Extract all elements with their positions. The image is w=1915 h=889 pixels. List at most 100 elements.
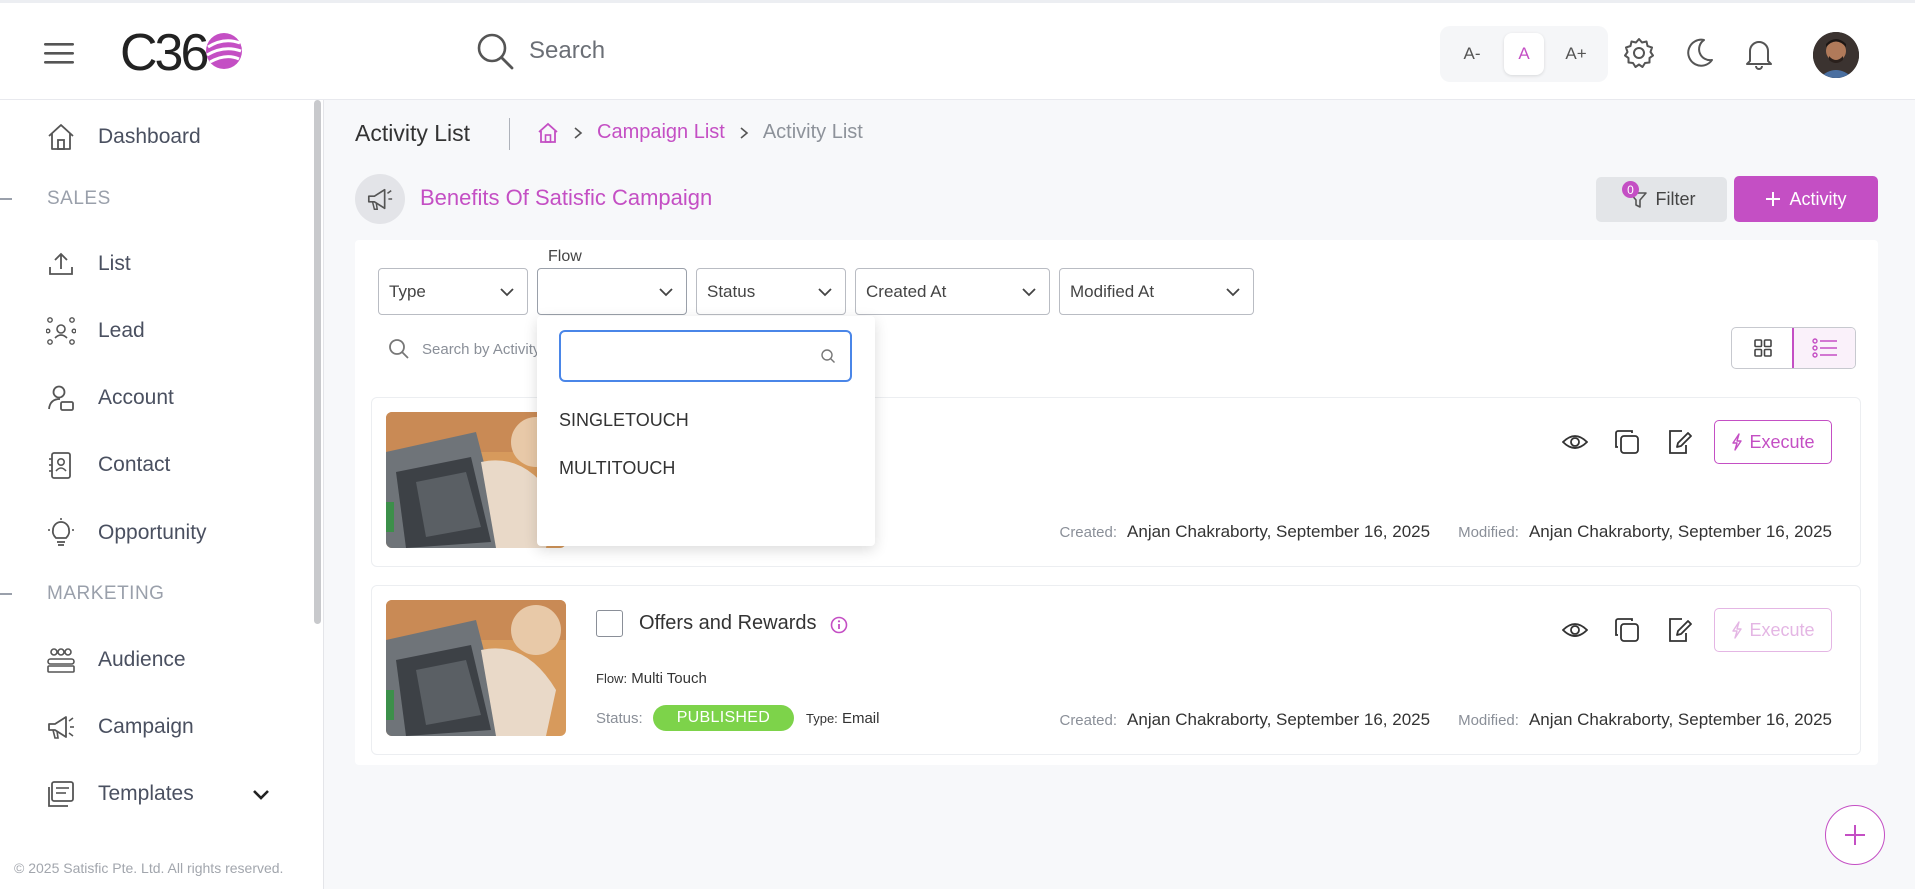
eye-icon[interactable] (1558, 425, 1592, 459)
sidebar-scrollbar[interactable] (314, 100, 321, 624)
created-key: Created: (1059, 711, 1118, 729)
lead-network-icon (46, 316, 76, 346)
status-filter-select[interactable]: Status (696, 268, 846, 315)
section-heading-sales: SALES (0, 188, 111, 210)
font-default-button[interactable]: A (1504, 33, 1544, 75)
floating-add-button[interactable] (1825, 805, 1885, 865)
sidebar-item-account[interactable]: Account (46, 383, 174, 413)
sidebar-item-label: Audience (98, 648, 186, 671)
flow-value: Multi Touch (631, 670, 707, 687)
hamburger-menu-icon[interactable] (42, 38, 76, 68)
audience-icon (46, 645, 76, 675)
type-key: Type: (806, 711, 838, 726)
flow-filter-select[interactable] (537, 268, 687, 315)
eye-icon[interactable] (1558, 613, 1592, 647)
grid-icon (1753, 338, 1773, 358)
plus-icon (1842, 822, 1868, 848)
plus-icon (1765, 191, 1781, 207)
modified-value: Anjan Chakraborty, September 16, 2025 (1528, 522, 1832, 541)
sidebar-item-list[interactable]: List (46, 249, 131, 279)
account-icon (46, 383, 76, 413)
modified-at-filter-select[interactable]: Modified At (1059, 268, 1254, 315)
created-key: Created: (1059, 523, 1118, 541)
lightning-icon (1731, 621, 1743, 639)
sidebar-item-opportunity[interactable]: Opportunity (46, 518, 207, 548)
gear-icon[interactable] (1622, 36, 1656, 70)
type-filter-select[interactable]: Type (378, 268, 528, 315)
execute-button[interactable]: Execute (1714, 608, 1832, 652)
copy-icon[interactable] (1610, 425, 1644, 459)
flow-key: Flow: (596, 671, 628, 686)
flow-filter-label: Flow (548, 248, 582, 265)
activity-thumbnail (386, 600, 566, 736)
activity-checkbox[interactable] (596, 610, 623, 637)
add-activity-label: Activity (1789, 188, 1847, 209)
sidebar-item-label: Dashboard (98, 125, 201, 148)
flow-option-multitouch[interactable]: MULTITOUCH (559, 458, 675, 479)
chevron-down-icon (658, 287, 674, 297)
global-search-input[interactable] (529, 37, 929, 65)
lightbulb-icon (46, 518, 76, 548)
search-icon (820, 348, 836, 364)
sidebar-item-campaign[interactable]: Campaign (46, 712, 194, 742)
logo-globe-icon (202, 29, 246, 73)
modified-value: Anjan Chakraborty, September 16, 2025 (1528, 710, 1832, 729)
created-at-filter-select[interactable]: Created At (855, 268, 1050, 315)
execute-label: Execute (1749, 431, 1815, 452)
app-logo[interactable]: C36 (120, 25, 246, 81)
status-key: Status: (596, 709, 643, 727)
megaphone-icon (366, 185, 394, 213)
list-icon (1811, 337, 1838, 359)
activity-meta: Created: Anjan Chakraborty, September 16… (1059, 710, 1832, 730)
flow-dropdown-search-input[interactable] (573, 345, 803, 367)
copy-icon[interactable] (1610, 613, 1644, 647)
chevron-down-icon (817, 287, 833, 297)
breadcrumb-home-icon[interactable] (537, 122, 559, 144)
add-activity-button[interactable]: Activity (1734, 176, 1878, 222)
sidebar-item-label: Lead (98, 319, 145, 342)
sidebar-item-contact[interactable]: Contact (46, 450, 170, 480)
execute-label: Execute (1749, 619, 1815, 640)
section-label: MARKETING (47, 583, 165, 604)
grid-view-button[interactable] (1732, 328, 1793, 368)
activity-flow: Flow: Multi Touch (596, 670, 707, 687)
activity-meta: Created: Anjan Chakraborty, September 16… (1059, 522, 1832, 542)
sidebar-item-label: Templates (98, 782, 194, 805)
font-decrease-button[interactable]: A- (1452, 33, 1492, 75)
global-search[interactable] (475, 31, 929, 71)
activity-status: Status: PUBLISHED (596, 705, 795, 731)
campaign-name: Benefits Of Satisfic Campaign (420, 185, 713, 210)
created-value: Anjan Chakraborty, September 16, 2025 (1127, 710, 1431, 729)
font-increase-button[interactable]: A+ (1556, 33, 1596, 75)
section-heading-marketing: MARKETING (0, 583, 164, 605)
section-label: SALES (47, 188, 111, 209)
user-avatar[interactable] (1813, 32, 1859, 78)
sidebar-item-dashboard[interactable]: Dashboard (46, 122, 201, 152)
sidebar: Dashboard SALES List Lead Account Contac… (0, 100, 324, 889)
copyright-text: © 2025 Satisfic Pte. Ltd. All rights res… (14, 860, 284, 876)
sidebar-item-templates[interactable]: Templates (46, 779, 278, 809)
chevron-down-icon (499, 287, 515, 297)
sidebar-item-lead[interactable]: Lead (46, 316, 145, 346)
chevron-down-icon (1225, 287, 1241, 297)
sidebar-item-audience[interactable]: Audience (46, 645, 186, 675)
campaign-badge (355, 174, 405, 224)
bell-icon[interactable] (1742, 36, 1776, 70)
chevron-down-icon[interactable] (252, 789, 270, 801)
font-size-switcher: A- A A+ (1440, 26, 1608, 82)
contact-icon (46, 450, 76, 480)
logo-text: C36 (120, 24, 209, 82)
filter-count-badge: 0 (1622, 181, 1639, 198)
edit-icon[interactable] (1662, 613, 1696, 647)
info-icon[interactable] (830, 616, 848, 634)
flow-option-singletouch[interactable]: SINGLETOUCH (559, 410, 689, 431)
flow-dropdown-search[interactable] (559, 330, 852, 382)
execute-button[interactable]: Execute (1714, 420, 1832, 464)
dark-mode-moon-icon[interactable] (1682, 36, 1716, 70)
list-view-button[interactable] (1792, 328, 1855, 368)
breadcrumb-campaign-list[interactable]: Campaign List (597, 121, 725, 144)
edit-icon[interactable] (1662, 425, 1696, 459)
templates-icon (46, 779, 76, 809)
filter-button[interactable]: 0 Filter (1596, 177, 1727, 222)
view-toggle (1731, 327, 1856, 369)
